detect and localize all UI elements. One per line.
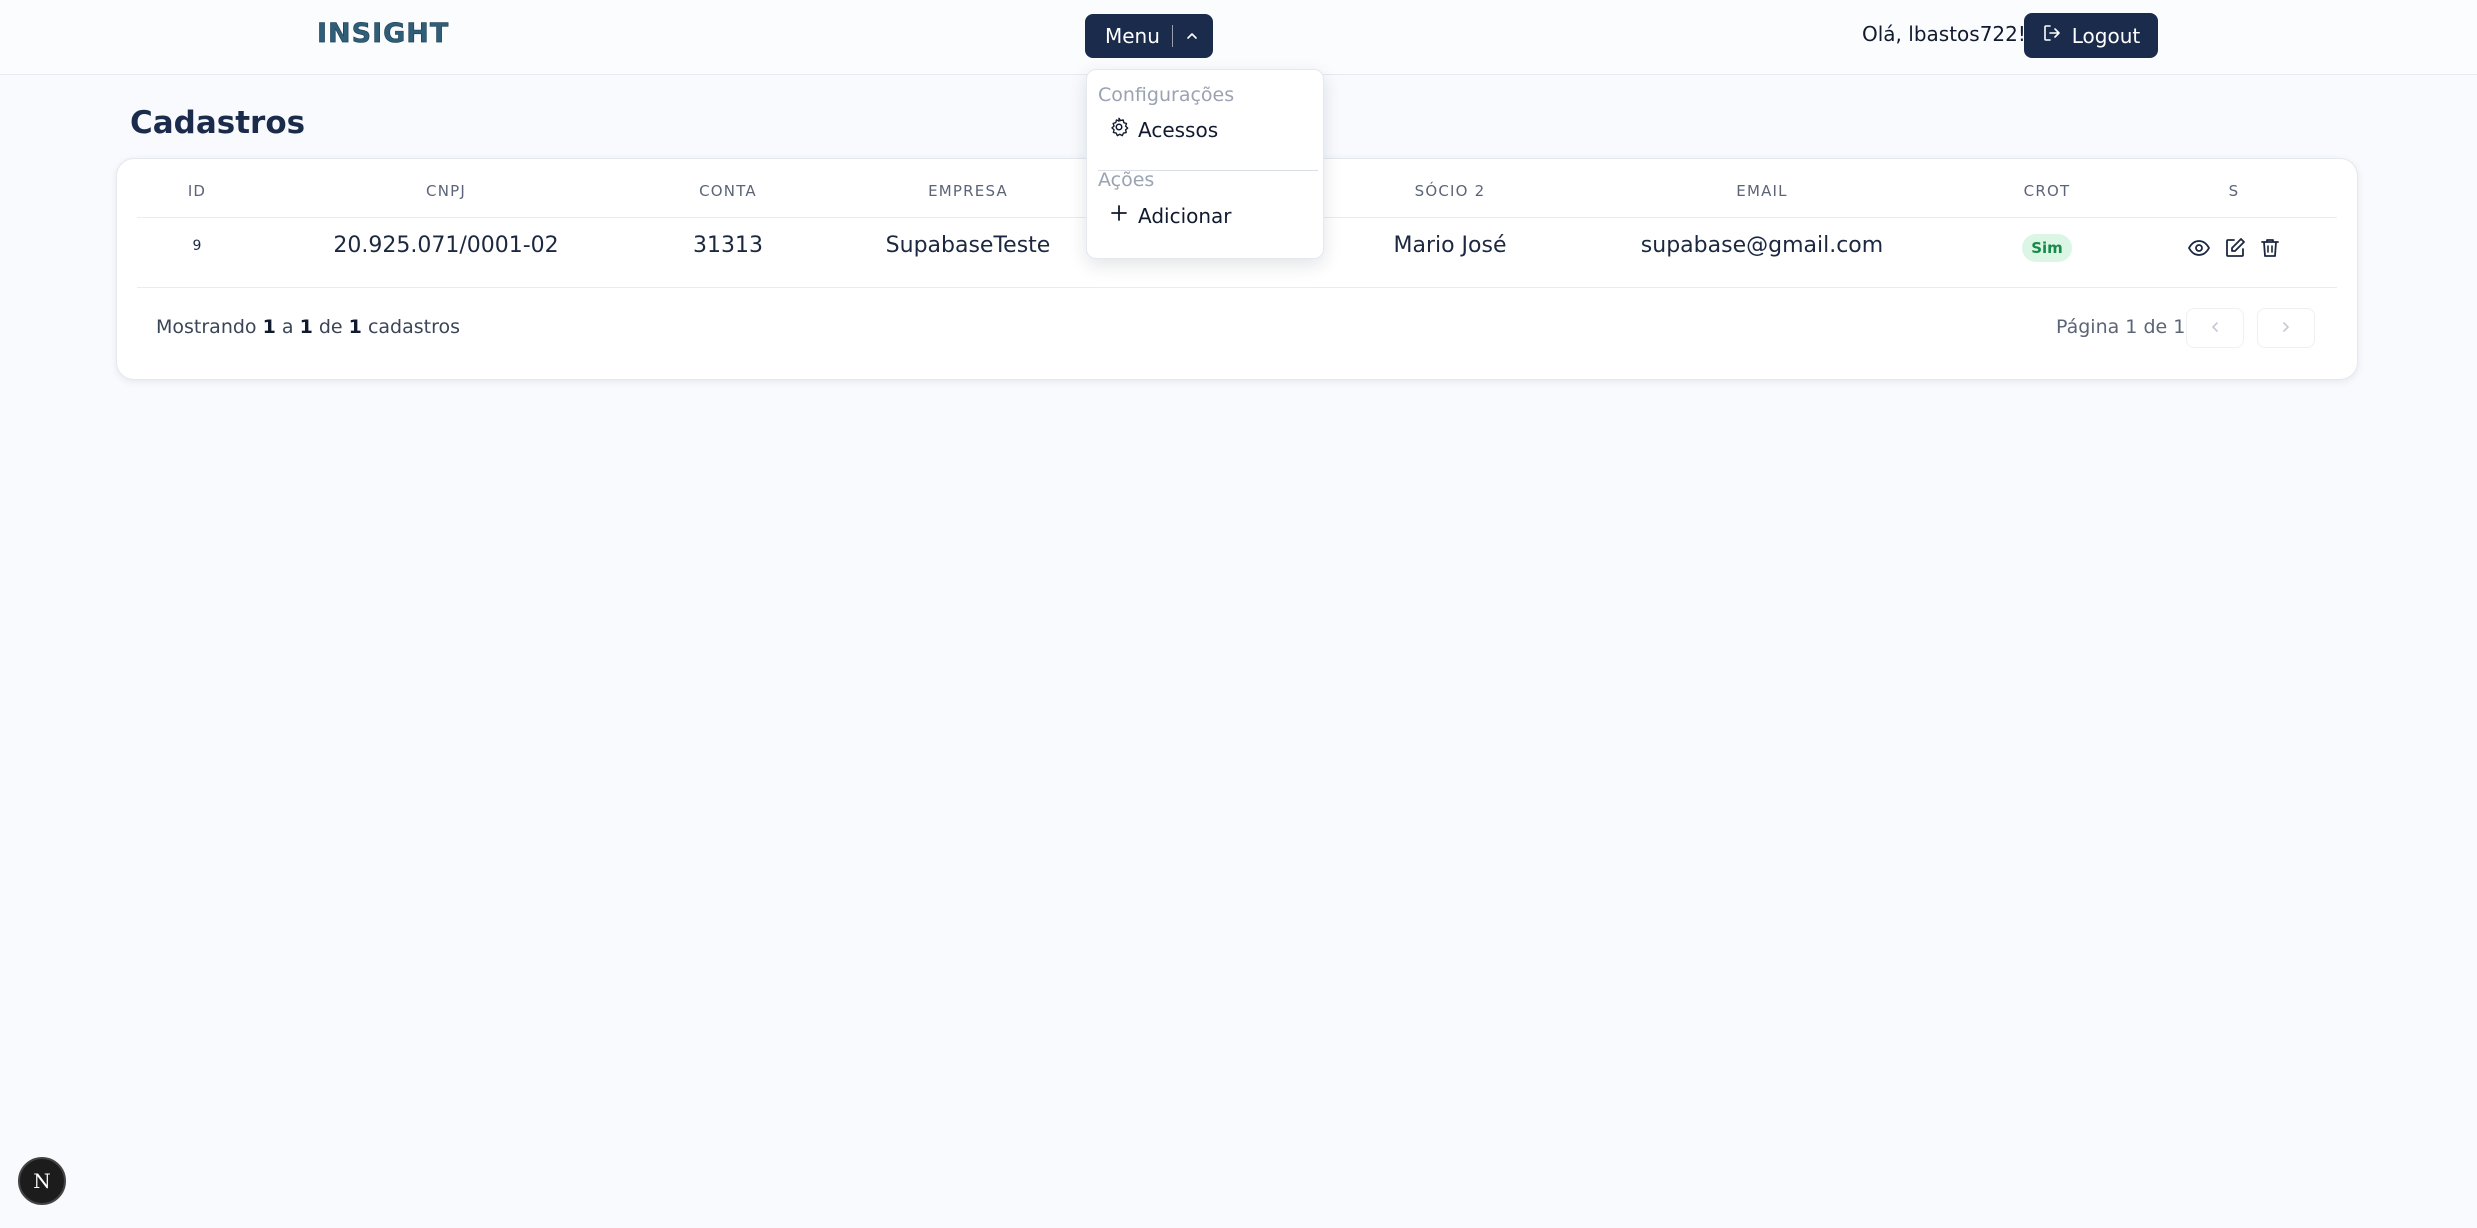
summary-total: 1 bbox=[348, 316, 362, 338]
top-navbar: INSIGHT Menu Olá, lbastos722! Logout bbox=[0, 0, 2477, 75]
gear-icon bbox=[1108, 116, 1130, 143]
prev-page-button[interactable] bbox=[2186, 308, 2244, 348]
next-page-button[interactable] bbox=[2257, 308, 2315, 348]
trash-icon bbox=[2258, 239, 2282, 264]
summary-prefix: Mostrando bbox=[156, 316, 257, 338]
page-indicator: Página 1 de 1 bbox=[2056, 316, 2186, 338]
column-header-socio2[interactable]: SÓCIO 2 bbox=[1415, 182, 1486, 200]
column-header-cnpj[interactable]: CNPJ bbox=[426, 182, 466, 200]
cell-cnpj: 20.925.071/0001-02 bbox=[333, 233, 559, 258]
edit-button[interactable] bbox=[2223, 236, 2247, 260]
cell-empresa: SupabaseTeste bbox=[885, 233, 1051, 258]
chevron-right-icon bbox=[2279, 319, 2293, 338]
edit-icon bbox=[2223, 238, 2247, 264]
summary-from: 1 bbox=[262, 316, 276, 338]
menu-item-acessos[interactable]: Acessos bbox=[1108, 116, 1218, 143]
summary-sep-a: a bbox=[281, 316, 294, 338]
section-label-config: Configurações bbox=[1098, 84, 1235, 106]
summary-sep-de: de bbox=[318, 316, 343, 338]
row-divider bbox=[137, 287, 2337, 288]
page-title: Cadastros bbox=[130, 105, 306, 141]
summary-suffix: cadastros bbox=[367, 316, 461, 338]
user-greeting: Olá, lbastos722! bbox=[1862, 22, 2026, 46]
nextjs-icon[interactable]: N bbox=[18, 1157, 66, 1205]
column-header-crot[interactable]: CROT bbox=[2024, 182, 2071, 200]
menu-dropdown: Configurações Acessos Ações Adicionar bbox=[1086, 69, 1324, 259]
menu-item-acessos-label: Acessos bbox=[1138, 117, 1219, 142]
logout-icon bbox=[2042, 23, 2062, 48]
section-label-acoes: Ações bbox=[1098, 169, 1155, 191]
menu-button-divider bbox=[1171, 25, 1173, 47]
menu-button-label: Menu bbox=[1105, 24, 1160, 48]
plus-icon bbox=[1108, 202, 1130, 229]
column-header-actions[interactable]: S bbox=[2229, 182, 2240, 200]
view-button[interactable] bbox=[2187, 236, 2211, 260]
chevron-left-icon bbox=[2208, 319, 2222, 338]
cell-conta: 31313 bbox=[693, 233, 763, 258]
summary-to: 1 bbox=[299, 316, 313, 338]
crot-status-badge: Sim bbox=[2022, 234, 2072, 262]
logout-label: Logout bbox=[2071, 23, 2141, 48]
eye-icon bbox=[2187, 240, 2211, 264]
menu-item-adicionar[interactable]: Adicionar bbox=[1108, 202, 1232, 229]
delete-button[interactable] bbox=[2258, 236, 2282, 260]
menu-item-adicionar-label: Adicionar bbox=[1138, 203, 1232, 228]
logout-button[interactable]: Logout bbox=[2024, 13, 2158, 58]
menu-button[interactable]: Menu bbox=[1085, 14, 1213, 58]
cell-id: 9 bbox=[192, 238, 202, 254]
column-header-email[interactable]: EMAIL bbox=[1736, 182, 1787, 200]
column-header-id[interactable]: ID bbox=[188, 182, 206, 200]
cell-email: supabase@gmail.com bbox=[1640, 233, 1884, 258]
column-header-empresa[interactable]: EMPRESA bbox=[928, 182, 1008, 200]
chevron-up-icon bbox=[1185, 24, 1199, 48]
cell-socio2: Mario José bbox=[1393, 233, 1507, 258]
app-logo[interactable]: INSIGHT bbox=[317, 18, 449, 50]
results-summary: Mostrando 1 a 1 de 1 cadastros bbox=[156, 316, 460, 338]
column-header-conta[interactable]: CONTA bbox=[699, 182, 757, 200]
